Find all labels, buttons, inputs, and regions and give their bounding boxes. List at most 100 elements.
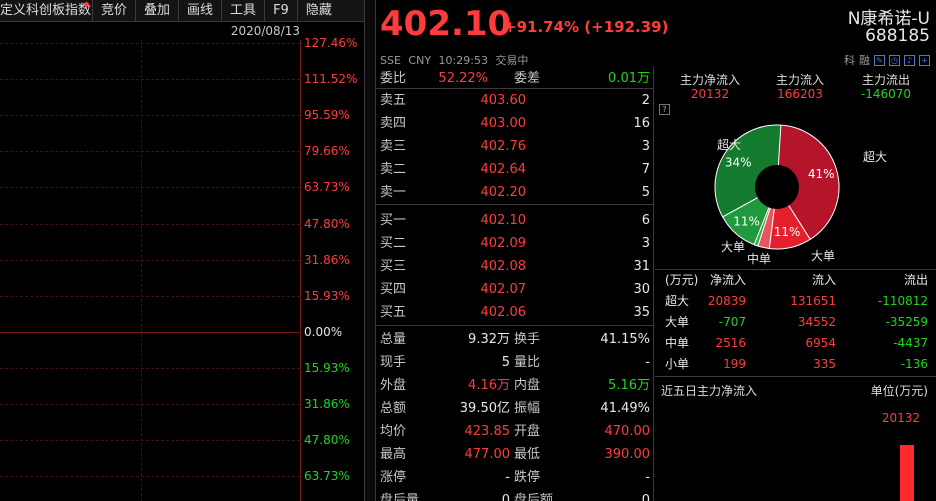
level-price: 403.60 (480, 93, 527, 108)
grid-hline (0, 79, 300, 81)
ask-level-row[interactable]: 卖四 403.00 16 (376, 112, 654, 135)
stat-label: 总额 (380, 401, 407, 416)
level-price: 402.06 (480, 305, 527, 320)
flow-out: -4437 (893, 336, 928, 350)
pct-axis-label: 0.00% (304, 324, 343, 339)
order-ratio-row: 委比 52.22% 委差 0.01万 (376, 67, 654, 90)
pct-axis-label: 15.93% (304, 360, 350, 375)
bid-level-row[interactable]: 买三 402.08 31 (376, 255, 654, 278)
grid-hline (0, 187, 300, 189)
level-volume: 31 (633, 259, 650, 274)
pie-outer-label: 中单 (747, 251, 771, 265)
five-day-unit: 单位(万元) (870, 384, 928, 398)
pct-axis-label: 95.59% (304, 108, 350, 123)
toolbar-tools[interactable]: 工具 (222, 0, 266, 22)
bid-level-row[interactable]: 买一 402.10 6 (376, 209, 654, 232)
stat-row: 总额 39.50亿 振幅 41.49% (376, 397, 654, 420)
level-price: 402.10 (480, 213, 527, 228)
ask-level-row[interactable]: 卖二 402.64 7 (376, 158, 654, 181)
toolbar-overlay[interactable]: 叠加 (136, 0, 180, 22)
notification-dot-icon (84, 2, 89, 7)
diff-label: 委差 (514, 71, 541, 86)
grid-hline (0, 440, 300, 442)
stat-label: 开盘 (514, 424, 541, 439)
flow-net: 20839 (707, 294, 746, 308)
five-day-title: 近五日主力净流入 (661, 384, 758, 398)
stat-value: 4.16万 (468, 378, 510, 393)
fund-flow-table: (万元) 净流入 流入 流出 超大 20839 131651 -110812 大单 -707 345… (655, 269, 936, 375)
stat-label: 涨停 (380, 470, 407, 485)
toolbar-hide[interactable]: 隐藏 (298, 0, 340, 22)
alert-icon[interactable]: ◷ (889, 54, 900, 66)
level-price: 402.64 (480, 162, 527, 177)
stat-label: 振幅 (514, 401, 541, 416)
chart-date: 2020/08/13 (230, 24, 300, 38)
stat-value: 477.00 (464, 447, 511, 462)
stat-label: 盘后量 (380, 493, 420, 501)
stat-value: 423.85 (464, 424, 511, 439)
stat-value: 41.15% (600, 332, 650, 347)
pct-axis-label: 31.86% (304, 252, 350, 267)
bell-icon[interactable]: ♪ (904, 54, 915, 66)
quote-tools: 科 融 ✎ ◷ ♪ + (844, 52, 930, 68)
level-price: 402.07 (480, 282, 527, 297)
level-price: 402.09 (480, 236, 527, 251)
level-volume: 2 (641, 93, 650, 108)
grid-hline (0, 223, 300, 225)
level-volume: 30 (633, 282, 650, 297)
bid-level-row[interactable]: 买二 402.09 3 (376, 232, 654, 255)
diff-value: 0.01万 (608, 71, 650, 86)
five-day-flow: 近五日主力净流入 单位(万元) 20132 (655, 376, 936, 501)
stat-row: 外盘 4.16万 内盘 5.16万 (376, 374, 654, 397)
toolbar-auction[interactable]: 竞价 (93, 0, 137, 22)
chart-plot-area[interactable] (0, 40, 301, 501)
stat-label: 均价 (380, 424, 407, 439)
pct-axis-label: 47.80% (304, 433, 350, 448)
grid-vline (141, 40, 142, 501)
pct-axis-label: 63.73% (304, 469, 350, 484)
grid-hline (0, 404, 300, 405)
grid-hline (0, 43, 300, 44)
add-icon[interactable]: + (919, 54, 930, 66)
stat-value: 41.49% (600, 401, 650, 416)
level-label: 买三 (380, 259, 407, 274)
ask-level-row[interactable]: 卖三 402.76 3 (376, 135, 654, 158)
ask-level-row[interactable]: 卖一 402.20 5 (376, 181, 654, 204)
stat-row: 均价 423.85 开盘 470.00 (376, 420, 654, 443)
flow-out: -35259 (885, 315, 928, 329)
level-label: 买五 (380, 305, 407, 320)
level-volume: 7 (641, 162, 650, 177)
panel-splitter[interactable] (364, 0, 376, 501)
five-day-value: 20132 (881, 411, 920, 425)
grid-hline (0, 151, 300, 153)
toolbar-f9[interactable]: F9 (265, 0, 298, 22)
flow-in: 335 (813, 357, 836, 371)
toolbar-index-overlay[interactable]: 定义科创板指数 (0, 0, 93, 22)
help-icon[interactable]: ? (659, 104, 670, 115)
stat-value: 0 (641, 493, 650, 501)
pie-outer-label: 超大 (717, 137, 741, 152)
flow-type: 小单 (665, 357, 690, 371)
flow-type: 大单 (665, 315, 690, 329)
level-volume: 16 (633, 116, 650, 131)
level-label: 卖二 (380, 162, 407, 177)
flow-net: 199 (723, 357, 746, 371)
stat-row: 涨停 - 跌停 - (376, 466, 654, 489)
table-header-in: 流入 (811, 273, 836, 287)
toolbar-draw-line[interactable]: 画线 (179, 0, 223, 22)
ask-level-row[interactable]: 卖五 403.60 2 (376, 89, 654, 112)
flow-in: 34552 (797, 315, 836, 329)
stat-label: 内盘 (514, 378, 541, 393)
intraday-chart-panel: 定义科创板指数 竞价 叠加 画线 工具 F9 隐藏 2020/08/13 127… (0, 0, 364, 501)
edit-icon[interactable]: ✎ (874, 54, 885, 66)
flow-out: -136 (900, 357, 928, 371)
bid-level-row[interactable]: 买五 402.06 35 (376, 301, 654, 324)
fund-flow-row: 大单 -707 34552 -35259 (655, 312, 936, 333)
level-label: 买一 (380, 213, 407, 228)
pie-slice-label: 34% (725, 155, 752, 169)
bid-level-row[interactable]: 买四 402.07 30 (376, 278, 654, 301)
pie-slice-label: 11% (774, 225, 801, 239)
fund-flow-panel: 主力净流入 主力流入 主力流出 20132 166203 -146070 ? 4… (655, 67, 936, 501)
stat-value: 39.50亿 (459, 401, 510, 416)
stat-value: 5 (501, 355, 510, 370)
